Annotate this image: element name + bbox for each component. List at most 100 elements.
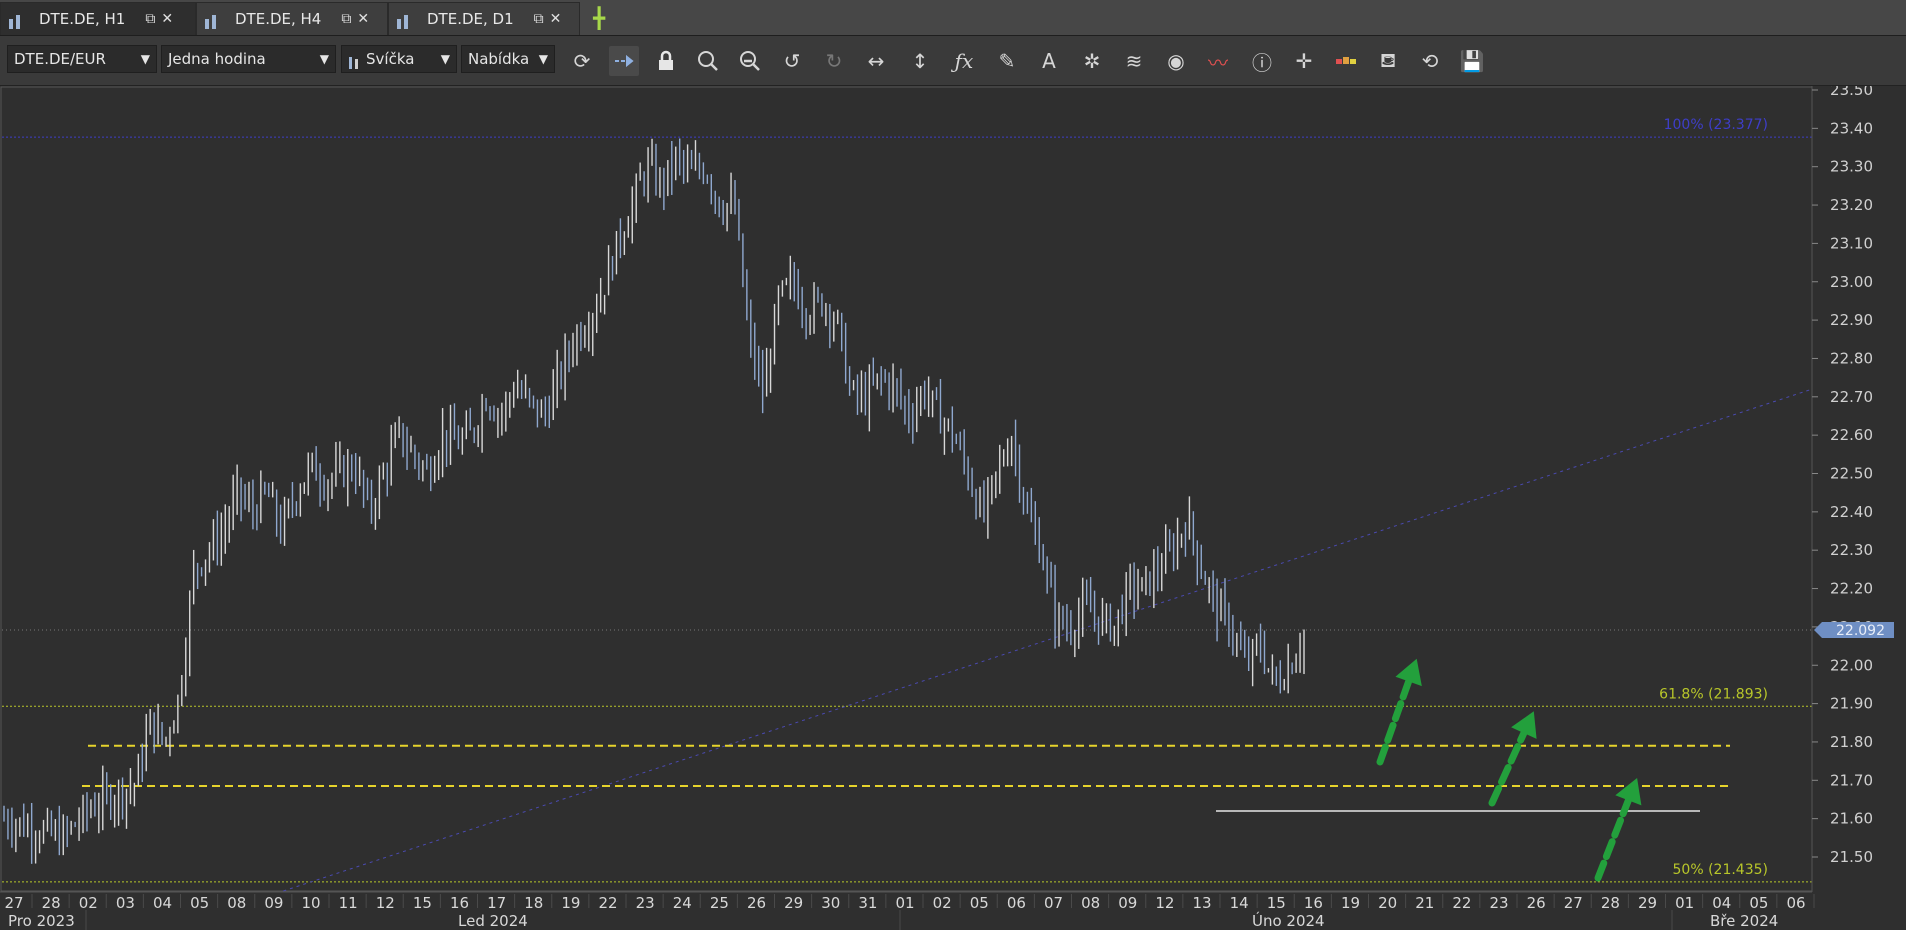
zoom-out-icon[interactable] xyxy=(735,46,765,76)
price-tick-label: 23.20 xyxy=(1830,196,1873,214)
chart-background xyxy=(0,86,1906,930)
price-tick-label: 22.00 xyxy=(1830,656,1873,674)
date-tick-label: 04 xyxy=(1712,894,1731,912)
date-tick-label: 14 xyxy=(1230,894,1249,912)
month-label: Pro 2023 xyxy=(8,912,75,930)
month-label: Led 2024 xyxy=(458,912,528,930)
tab-dte-h4[interactable]: DTE.DE, H4 ⧉ ✕ xyxy=(196,2,388,47)
zoom-in-icon[interactable] xyxy=(693,46,723,76)
close-icon[interactable]: ✕ xyxy=(357,11,369,27)
sync-icon[interactable]: ⟲ xyxy=(1415,46,1445,76)
cursor-crosshair-icon[interactable]: ✛ xyxy=(1289,46,1319,76)
date-tick-label: 26 xyxy=(747,894,766,912)
date-tick-label: 03 xyxy=(116,894,135,912)
price-tick-label: 23.30 xyxy=(1830,158,1873,176)
date-tick-label: 02 xyxy=(933,894,952,912)
fib-level-label: 61.8% (21.893) xyxy=(1659,686,1768,702)
price-tick-label: 22.50 xyxy=(1830,465,1873,483)
indicators-icon[interactable]: ƒx xyxy=(949,46,979,76)
popout-icon[interactable]: ⧉ xyxy=(534,11,544,27)
price-side-value: Nabídka xyxy=(468,50,530,68)
refresh-icon[interactable]: ⟳ xyxy=(567,46,597,76)
price-tick-label: 22.90 xyxy=(1830,311,1873,329)
close-icon[interactable]: ✕ xyxy=(161,11,173,27)
chevron-down-icon: ▼ xyxy=(538,52,548,66)
price-tick-label: 21.90 xyxy=(1830,695,1873,713)
vertical-resize-icon[interactable]: ↕ xyxy=(905,46,935,76)
date-tick-label: 26 xyxy=(1527,894,1546,912)
date-tick-label: 25 xyxy=(710,894,729,912)
date-tick-label: 09 xyxy=(1118,894,1137,912)
date-tick-label: 15 xyxy=(1267,894,1286,912)
tab-dte-d1[interactable]: DTE.DE, D1 ⧉ ✕ xyxy=(388,2,580,47)
eye-icon[interactable]: ◉ xyxy=(1161,46,1191,76)
shift-chart-icon[interactable] xyxy=(609,46,639,76)
trading-platform: DTE.DE, H1 ⧉ ✕ DTE.DE, H4 ⧉ ✕ DTE.DE, D1… xyxy=(0,0,1906,930)
undo-icon[interactable]: ↺ xyxy=(777,46,807,76)
date-tick-label: 08 xyxy=(227,894,246,912)
chart-toolbar: DTE.DE/EUR ▼ Jedna hodina ▼ Svíčka ▼ Nabídk… xyxy=(0,36,1906,86)
date-tick-label: 29 xyxy=(784,894,803,912)
price-tick-label: 22.40 xyxy=(1830,503,1873,521)
price-tick-label: 23.10 xyxy=(1830,234,1873,252)
price-side-select[interactable]: Nabídka ▼ xyxy=(461,45,555,73)
price-tick-label: 22.80 xyxy=(1830,349,1873,367)
horizontal-resize-icon[interactable]: ↔ xyxy=(861,46,891,76)
crosshair-tools-icon[interactable]: ✲ xyxy=(1077,46,1107,76)
popout-icon[interactable]: ⧉ xyxy=(145,11,155,27)
lock-icon[interactable] xyxy=(651,46,681,76)
date-tick-label: 16 xyxy=(450,894,469,912)
date-tick-label: 28 xyxy=(42,894,61,912)
price-tick-label: 22.70 xyxy=(1830,388,1873,406)
chart-type-select[interactable]: Svíčka ▼ xyxy=(341,45,457,73)
info-icon[interactable]: ⓘ xyxy=(1247,46,1277,76)
paint-bucket-icon[interactable]: ⛾ xyxy=(1373,46,1403,76)
tab-dte-h1[interactable]: DTE.DE, H1 ⧉ ✕ xyxy=(0,2,196,47)
date-tick-label: 08 xyxy=(1081,894,1100,912)
date-tick-label: 29 xyxy=(1638,894,1657,912)
period-select[interactable]: Jedna hodina ▼ xyxy=(161,45,336,73)
date-tick-label: 30 xyxy=(821,894,840,912)
date-tick-label: 21 xyxy=(1415,894,1434,912)
color-bars-icon[interactable] xyxy=(1331,46,1361,76)
price-tick-label: 22.30 xyxy=(1830,541,1873,559)
tab-label: DTE.DE, H4 xyxy=(235,10,322,28)
chart-tab-bar: DTE.DE, H1 ⧉ ✕ DTE.DE, H4 ⧉ ✕ DTE.DE, D1… xyxy=(0,0,1906,47)
text-tool-icon[interactable]: A xyxy=(1034,46,1064,76)
date-tick-label: 05 xyxy=(970,894,989,912)
bar-chart-icon xyxy=(397,11,417,47)
tab-label: DTE.DE, H1 xyxy=(39,10,126,28)
date-tick-label: 09 xyxy=(264,894,283,912)
date-tick-label: 24 xyxy=(673,894,692,912)
date-tick-label: 06 xyxy=(1007,894,1026,912)
instrument-select[interactable]: DTE.DE/EUR ▼ xyxy=(7,45,157,73)
popout-icon[interactable]: ⧉ xyxy=(341,11,351,27)
date-tick-label: 20 xyxy=(1378,894,1397,912)
price-tick-label: 22.60 xyxy=(1830,426,1873,444)
date-tick-label: 07 xyxy=(1044,894,1063,912)
chart-canvas[interactable]: 100% (23.377) 61.8% (21.893) 50% (21.435) 2… xyxy=(0,86,1906,930)
date-tick-label: 12 xyxy=(376,894,395,912)
price-chart[interactable]: 100% (23.377) 61.8% (21.893) 50% (21.435) 2… xyxy=(0,86,1906,930)
bar-chart-icon xyxy=(205,11,225,47)
date-axis[interactable] xyxy=(0,892,1906,930)
price-tick-label: 21.70 xyxy=(1830,771,1873,789)
date-tick-label: 04 xyxy=(153,894,172,912)
date-tick-label: 01 xyxy=(1675,894,1694,912)
layers-icon[interactable]: ≋ xyxy=(1119,46,1149,76)
save-icon[interactable]: 💾 xyxy=(1457,46,1487,76)
signal-icon[interactable]: 〰 xyxy=(1203,46,1233,76)
add-chart-icon[interactable]: ╋ xyxy=(586,8,612,30)
current-price-label: 22.092 xyxy=(1836,623,1885,639)
date-tick-label: 31 xyxy=(858,894,877,912)
pencil-icon[interactable]: ✎ xyxy=(992,46,1022,76)
candle-icon xyxy=(348,52,360,69)
close-icon[interactable]: ✕ xyxy=(550,11,562,27)
price-tick-label: 23.50 xyxy=(1830,86,1873,99)
chevron-down-icon: ▼ xyxy=(440,52,450,66)
chart-type-value: Svíčka xyxy=(366,50,415,68)
date-tick-label: 15 xyxy=(413,894,432,912)
date-tick-label: 22 xyxy=(598,894,617,912)
redo-icon[interactable]: ↻ xyxy=(819,46,849,76)
date-tick-label: 17 xyxy=(487,894,506,912)
